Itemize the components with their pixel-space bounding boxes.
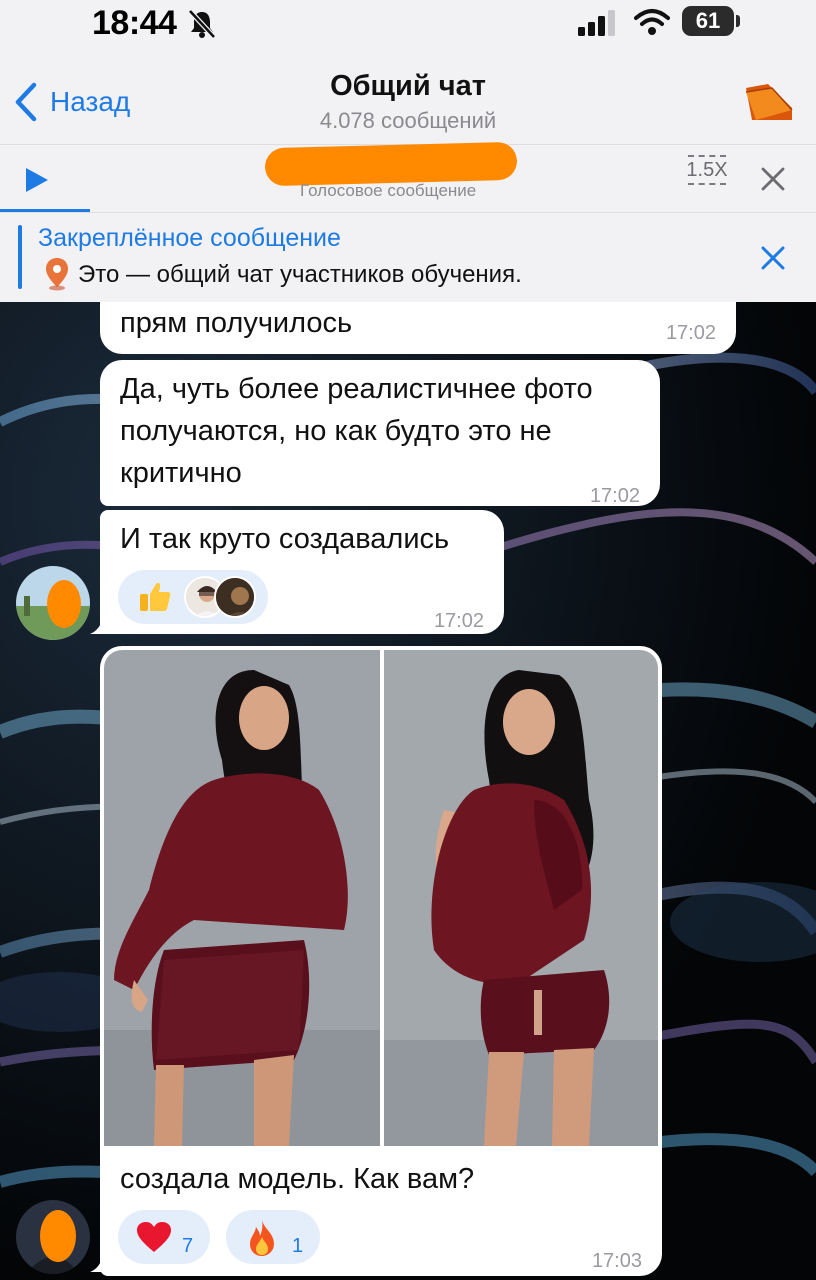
speed-divider-bottom <box>688 183 726 185</box>
model-photo[interactable] <box>384 650 658 1146</box>
playback-speed-label: 1.5X <box>686 159 728 181</box>
sender-avatar[interactable] <box>16 1200 90 1274</box>
sender-avatar[interactable] <box>16 566 90 640</box>
photo-album[interactable] <box>104 650 658 1146</box>
thumbs-up-icon <box>140 583 171 611</box>
reaction-count: 1 <box>292 1235 304 1257</box>
redacted-sender-name <box>264 141 518 187</box>
chat-title[interactable]: Общий чат <box>0 70 816 103</box>
map-pin-icon <box>46 258 68 291</box>
fire-icon <box>250 1220 274 1256</box>
message-bubble[interactable]: Да, чуть более реалистичнее фото получаю… <box>100 360 660 507</box>
battery-tip <box>736 15 740 27</box>
pinned-title: Закреплённое сообщение <box>38 224 341 252</box>
bell-off-icon <box>188 9 216 39</box>
reaction-heart[interactable]: 7 <box>118 1210 210 1264</box>
reaction-like[interactable] <box>118 570 268 624</box>
message-time: 17:02 <box>665 322 716 344</box>
close-pinned-icon[interactable] <box>760 245 786 271</box>
message-text: создала модель. Как вам? <box>120 1163 475 1195</box>
message-count: 4.078 сообщений <box>319 108 497 133</box>
cellular-signal-icon <box>578 10 615 36</box>
player-title: Голосовое сообщение <box>300 181 477 200</box>
reaction-count: 7 <box>182 1235 194 1257</box>
chat-header: Назад Общий чат 4.078 сообщений <box>0 58 816 144</box>
message-bubble[interactable]: создала модель. Как вам? 7 1 17:03 <box>100 646 662 1276</box>
message-time: 17:02 <box>589 485 640 507</box>
status-bar: 18:44 61 <box>0 0 816 58</box>
heart-icon <box>137 1222 171 1252</box>
message-time: 17:02 <box>433 610 484 632</box>
status-time: 18:44 <box>92 4 177 42</box>
reactor-avatar <box>214 576 256 618</box>
voice-player-bar: Голосовое сообщение 1.5X <box>0 141 816 212</box>
pinned-accent-bar <box>18 225 22 289</box>
reaction-fire[interactable]: 1 <box>226 1210 320 1264</box>
playback-speed-button[interactable]: 1.5X <box>686 155 728 197</box>
chat-avatar-folder-icon[interactable] <box>742 80 796 124</box>
pinned-text: Это — общий чат участников обучения. <box>78 261 522 288</box>
message-text: Да, чуть более реалистичнее фото получаю… <box>120 373 593 489</box>
wifi-icon <box>634 9 670 35</box>
close-icon[interactable] <box>760 166 786 192</box>
play-icon[interactable] <box>22 165 52 195</box>
message-text: И так круто создавались <box>120 523 450 555</box>
message-text: прям получилось <box>120 307 353 339</box>
message-bubble[interactable]: И так круто создавались 17:02 <box>100 510 504 634</box>
pinned-message-bar[interactable]: Закреплённое сообщение Это — общий чат у… <box>0 212 816 302</box>
battery-indicator: 61 <box>682 6 734 36</box>
message-time: 17:03 <box>591 1250 642 1272</box>
model-photo[interactable] <box>104 650 380 1146</box>
